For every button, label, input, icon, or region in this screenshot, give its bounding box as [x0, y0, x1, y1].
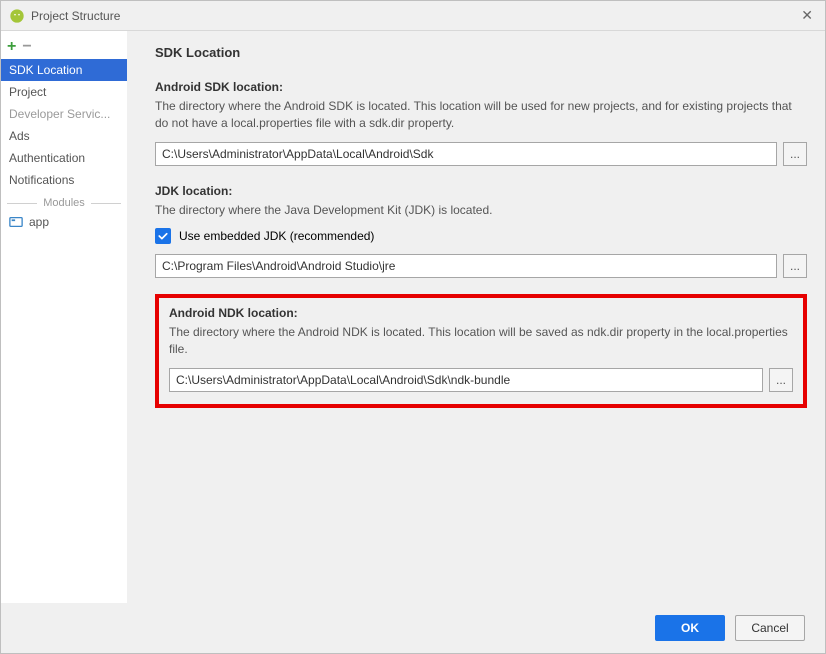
sidebar-item-developer-services[interactable]: Developer Servic... [1, 103, 127, 125]
jdk-path-input[interactable] [155, 254, 777, 278]
sdk-path-input[interactable] [155, 142, 777, 166]
sidebar-item-authentication[interactable]: Authentication [1, 147, 127, 169]
page-title: SDK Location [155, 45, 807, 60]
sdk-heading: Android SDK location: [155, 80, 807, 94]
sidebar-item-sdk-location[interactable]: SDK Location [1, 59, 127, 81]
project-structure-dialog: Project Structure ✕ + − SDK Location Pro… [0, 0, 826, 654]
jdk-embedded-checkbox-row[interactable]: Use embedded JDK (recommended) [155, 228, 807, 244]
cancel-button[interactable]: Cancel [735, 615, 805, 641]
title-bar: Project Structure ✕ [1, 1, 825, 31]
main-panel: SDK Location Android SDK location: The d… [127, 31, 825, 603]
sidebar-modules-divider: Modules [1, 191, 127, 211]
sidebar-module-label: app [29, 215, 49, 229]
ndk-path-input[interactable] [169, 368, 763, 392]
remove-icon[interactable]: − [22, 39, 31, 55]
ndk-browse-button[interactable]: ... [769, 368, 793, 392]
ndk-description: The directory where the Android NDK is l… [169, 324, 793, 358]
sidebar-modules-label: Modules [43, 197, 85, 209]
ndk-heading: Android NDK location: [169, 306, 793, 320]
android-studio-icon [9, 8, 25, 24]
sidebar-toolbar: + − [1, 31, 127, 59]
jdk-heading: JDK location: [155, 184, 807, 198]
dialog-footer: OK Cancel [1, 603, 825, 653]
sidebar-item-project[interactable]: Project [1, 81, 127, 103]
ndk-highlight-box: Android NDK location: The directory wher… [155, 294, 807, 408]
sdk-browse-button[interactable]: ... [783, 142, 807, 166]
sidebar-module-app[interactable]: app [1, 211, 127, 233]
jdk-embedded-label: Use embedded JDK (recommended) [179, 229, 374, 243]
jdk-browse-button[interactable]: ... [783, 254, 807, 278]
sidebar: + − SDK Location Project Developer Servi… [1, 31, 127, 603]
add-icon[interactable]: + [7, 39, 16, 55]
sidebar-item-ads[interactable]: Ads [1, 125, 127, 147]
close-icon[interactable]: ✕ [797, 7, 817, 24]
sidebar-item-notifications[interactable]: Notifications [1, 169, 127, 191]
ok-button[interactable]: OK [655, 615, 725, 641]
jdk-description: The directory where the Java Development… [155, 202, 795, 219]
sdk-description: The directory where the Android SDK is l… [155, 98, 795, 132]
module-icon [9, 215, 23, 229]
window-title: Project Structure [31, 9, 120, 23]
checkbox-checked-icon[interactable] [155, 228, 171, 244]
